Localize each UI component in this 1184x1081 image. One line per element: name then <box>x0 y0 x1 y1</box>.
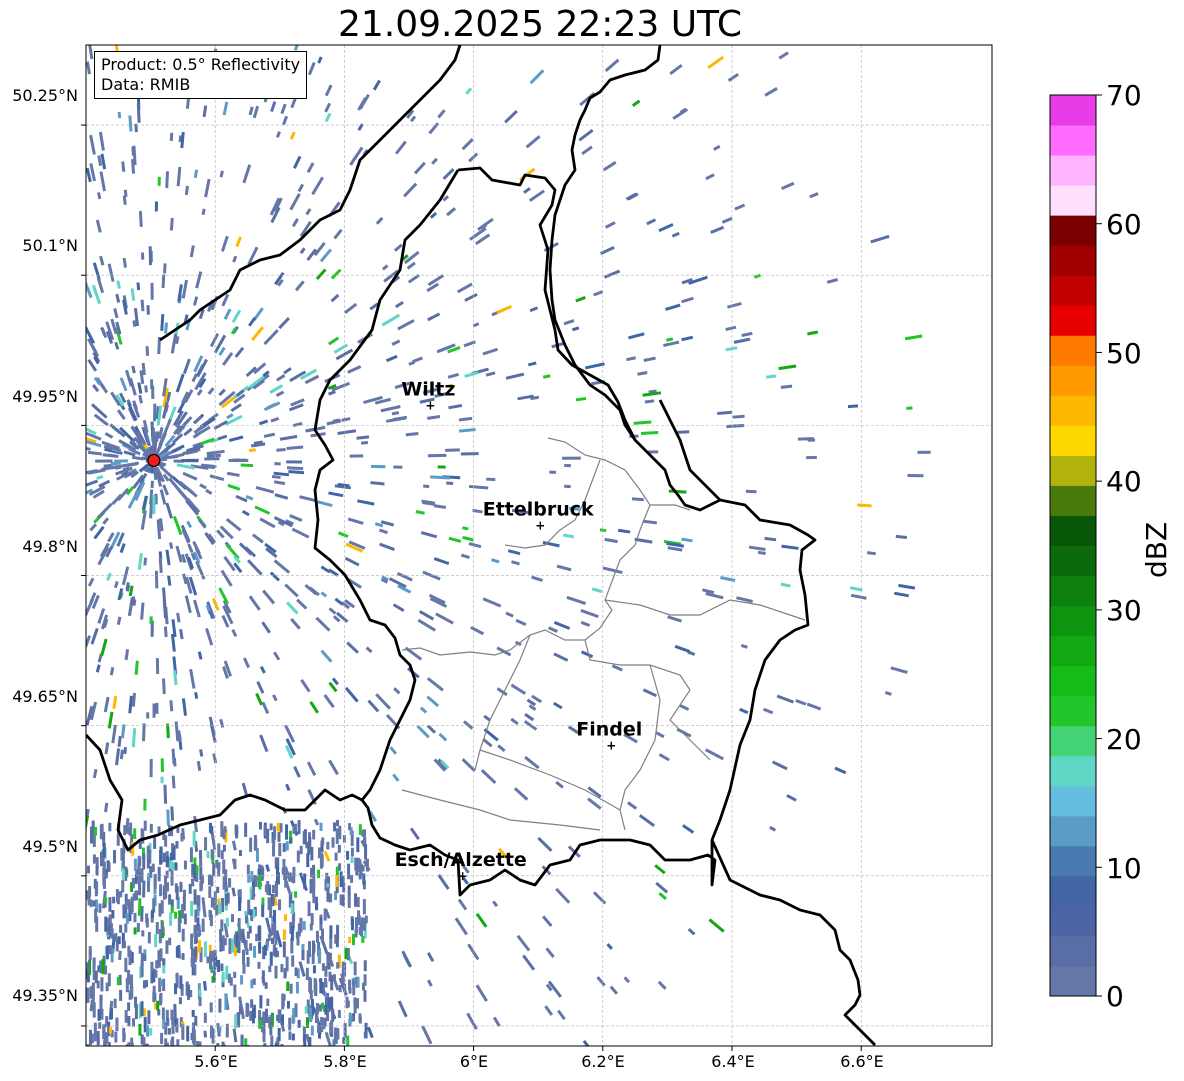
colorbar-segment <box>1050 275 1096 306</box>
city-label: Esch/Alzette <box>395 849 527 871</box>
colorbar-segment <box>1050 365 1096 396</box>
colorbar-tick-label: 30 <box>1106 594 1142 627</box>
data-source-label: Data: RMIB <box>101 75 191 94</box>
product-info-box: Product: 0.5° Reflectivity Data: RMIB <box>94 51 308 99</box>
lat-tick-label: 49.5°N <box>22 837 78 856</box>
lon-tick-label: 6.4°E <box>711 1052 755 1071</box>
colorbar-segment <box>1050 125 1096 156</box>
colorbar-segment <box>1050 605 1096 637</box>
lat-tick-label: 50.1°N <box>22 236 78 255</box>
colorbar-segment <box>1050 965 1096 997</box>
colorbar-segment <box>1050 845 1096 877</box>
lat-tick-label: 49.35°N <box>12 986 78 1005</box>
colorbar-tick-label: 40 <box>1106 465 1142 498</box>
colorbar-segment <box>1050 755 1096 787</box>
colorbar-segment <box>1050 335 1096 366</box>
lon-tick-label: 5.8°E <box>323 1052 367 1071</box>
colorbar-segment <box>1050 185 1096 216</box>
city-label: Wiltz <box>401 378 455 400</box>
lat-tick-label: 49.95°N <box>12 387 78 406</box>
colorbar-segment <box>1050 665 1096 697</box>
city-label: Ettelbruck <box>483 498 594 520</box>
colorbar-segment <box>1050 395 1096 426</box>
colorbar-segment <box>1050 815 1096 847</box>
colorbar-segment <box>1050 875 1096 907</box>
colorbar-segment <box>1050 725 1096 757</box>
radar-map: +Wiltz+Ettelbruck+Findel+Esch/Alzette <box>81 44 1102 1051</box>
city-marker: + <box>606 739 616 753</box>
colorbar-segment <box>1050 695 1096 727</box>
colorbar-tick-label: 0 <box>1106 980 1124 1013</box>
product-label: Product: 0.5° Reflectivity <box>101 55 301 74</box>
lon-tick-label: 5.6°E <box>194 1052 238 1071</box>
colorbar-tick-label: 10 <box>1106 852 1142 885</box>
colorbar-segment <box>1050 95 1096 126</box>
colorbar-segment <box>1050 155 1096 186</box>
colorbar-segment <box>1050 305 1096 336</box>
city-marker: + <box>425 398 435 412</box>
colorbar-segment <box>1050 425 1096 456</box>
colorbar-tick-label: 70 <box>1106 79 1142 112</box>
colorbar-tick-label: 20 <box>1106 723 1142 756</box>
lon-tick-label: 6.6°E <box>840 1052 884 1071</box>
radar-site-marker[interactable] <box>147 453 161 468</box>
colorbar-tick-label: 60 <box>1106 208 1142 241</box>
colorbar-segment <box>1050 575 1096 607</box>
colorbar-segment <box>1050 485 1096 516</box>
colorbar-tick-label: 50 <box>1106 337 1142 370</box>
colorbar-segment <box>1050 935 1096 967</box>
city-marker: + <box>458 869 468 883</box>
colorbar <box>1049 94 1102 997</box>
colorbar-segment <box>1050 455 1096 486</box>
city-marker: + <box>535 518 545 532</box>
lat-tick-label: 49.65°N <box>12 687 78 706</box>
colorbar-segment <box>1050 215 1096 246</box>
lat-tick-label: 50.25°N <box>12 86 78 105</box>
colorbar-segment <box>1050 515 1096 546</box>
colorbar-segment <box>1050 245 1096 276</box>
colorbar-segment <box>1050 635 1096 667</box>
lat-tick-label: 49.8°N <box>22 537 78 556</box>
city-label: Findel <box>576 719 642 741</box>
colorbar-segment <box>1050 785 1096 817</box>
colorbar-unit-label: dBZ <box>1140 521 1173 578</box>
colorbar-segment <box>1050 545 1096 577</box>
colorbar-segment <box>1050 905 1096 937</box>
lon-tick-label: 6°E <box>459 1052 489 1071</box>
lon-tick-label: 6.2°E <box>581 1052 625 1071</box>
